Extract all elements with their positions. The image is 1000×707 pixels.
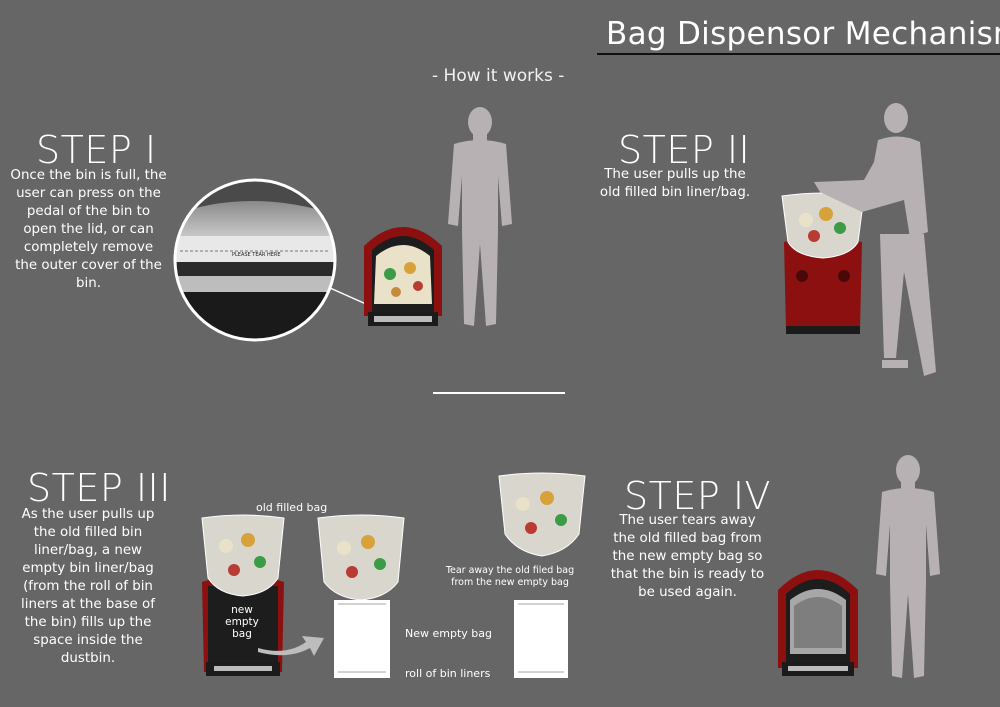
step-4-line: The user tears away (619, 513, 756, 528)
bag-separation-illustration (317, 514, 405, 678)
step-3-line: the bin) fills up the (24, 615, 152, 630)
page-title: Bag Dispensor Mechanism (606, 16, 1000, 52)
step-1-line: completely remove (23, 240, 154, 255)
new-empty-bag-label: New empty bag (405, 627, 492, 640)
step-1-line: the outer cover of the (15, 258, 162, 273)
old-filled-bag-label: old filled bag (256, 501, 328, 514)
step-3-line: space inside the (33, 633, 143, 648)
step-3-line: (from the roll of bin (23, 579, 153, 594)
step-3-line: As the user pulls up (21, 507, 155, 522)
step-4-line: that the bin is ready to (610, 567, 765, 582)
step-3-description: As the user pulls up the old filled bin … (6, 506, 170, 668)
step-1-description: Once the bin is full, the user can press… (6, 167, 171, 293)
step-3-line: liners at the base of (21, 597, 155, 612)
step-3-heading: STEP III (27, 466, 171, 510)
person-silhouette-standing-2 (876, 455, 940, 678)
label-line: new (231, 604, 253, 616)
section-divider (433, 392, 565, 394)
separated-filled-bag-illustration (498, 472, 586, 557)
step-1-heading: STEP I (36, 128, 157, 172)
step-3-line: the old filled bin (33, 525, 143, 540)
step-1-line: bin. (76, 276, 101, 291)
step-4-line: the old filled bag from (613, 531, 762, 546)
label-line: from the new empty bag (451, 577, 569, 588)
roll-of-bin-liners-label: roll of bin liners (405, 667, 491, 680)
page-subtitle: - How it works - (432, 66, 565, 86)
label-line: Tear away the old filed bag (445, 565, 575, 576)
step-1-line: pedal of the bin to (26, 204, 151, 219)
step-1-line: open the lid, or can (23, 222, 154, 237)
tear-here-label: PLEASE TEAR HERE (232, 252, 281, 258)
step-4-line: be used again. (638, 585, 737, 600)
new-empty-bag-illustration (514, 600, 568, 678)
step-3-line: empty bin liner/bag (22, 561, 154, 576)
title-underline (597, 53, 1000, 55)
person-silhouette-pulling (814, 103, 936, 376)
step-2-line: old filled bin liner/bag. (599, 185, 751, 200)
step-4-line: the new empty bag so (612, 549, 763, 564)
tear-line-zoom-inset: PLEASE TEAR HERE (173, 178, 367, 342)
bin-open-illustration (364, 227, 442, 326)
step-3-line: dustbin. (60, 651, 116, 666)
step-4-description: The user tears away the old filled bag f… (600, 512, 775, 602)
step-3-line: liner/bag, a new (33, 543, 143, 558)
tear-away-label: Tear away the old filed bag from the new… (440, 565, 580, 589)
step-2-line: The user pulls up the (604, 167, 746, 182)
step-1-line: user can press on the (16, 186, 161, 201)
step-1-line: Once the bin is full, the (10, 168, 167, 183)
bin-ready-illustration (778, 570, 858, 676)
step-2-description: The user pulls up the old filled bin lin… (590, 166, 760, 202)
person-silhouette-standing (448, 107, 512, 326)
